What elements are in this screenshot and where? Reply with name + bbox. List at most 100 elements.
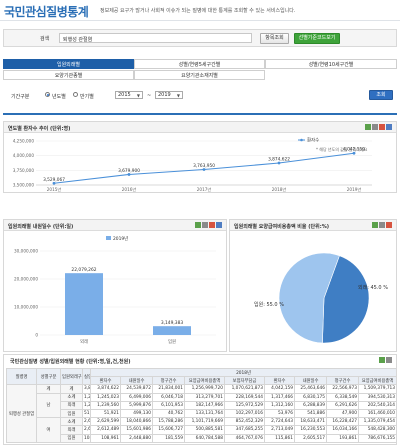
- radio-yearly[interactable]: [45, 92, 50, 97]
- chart-icon[interactable]: [379, 124, 385, 130]
- cell-value: 541,886: [294, 408, 327, 419]
- cell-value: 108,961: [90, 433, 121, 443]
- radio-halfyearly[interactable]: [73, 92, 78, 97]
- cell-value: 4,042,159: [264, 384, 295, 394]
- cell-io: 계: [60, 384, 83, 394]
- excel-icon[interactable]: [365, 124, 371, 130]
- cell-value: 51,9: [82, 408, 91, 419]
- category-tabs: 입원외래별 성별/연령5세구간별 성별/연령10세구간별 요양기관종별 요양기관…: [3, 59, 397, 81]
- data-label: 3,763,950: [193, 163, 215, 169]
- table-row: 외래2,612,612,48915,601,98615,606,727500,8…: [7, 425, 396, 435]
- to-year-select[interactable]: 2019 ▼: [155, 91, 183, 99]
- page-header: 국민관심질병통계 정보제공 요구가 많거나 사회적 이슈가 되는 질병에 대한 …: [0, 0, 400, 22]
- col-persons: 실인원수: [82, 367, 91, 386]
- page-title: 국민관심질병통계: [4, 5, 89, 19]
- cell-value: 5,999,876: [120, 400, 153, 410]
- tab-inpatient-outpatient[interactable]: 입원외래별: [3, 59, 134, 69]
- table-toolbar: [379, 357, 392, 363]
- search-button[interactable]: 조회: [369, 90, 393, 100]
- col-sub: 환자수: [90, 376, 121, 386]
- panel-header: 연도별 환자수 추이 (단위:명): [4, 122, 396, 133]
- cell-value: 2,605,517: [294, 433, 327, 443]
- col-io: 입원외래구분: [60, 367, 83, 386]
- image-icon[interactable]: [379, 222, 385, 228]
- range-tilde: ~: [147, 93, 152, 99]
- tab-sex-age10[interactable]: 성별/연령10세구간별: [265, 59, 397, 69]
- cell-value: 3,874: [82, 384, 91, 394]
- cell-value: 1,24: [82, 400, 91, 410]
- chart-icon[interactable]: [386, 222, 392, 228]
- from-year-value: 2015: [118, 92, 131, 98]
- cell-value: 6,291,626: [326, 400, 359, 410]
- code-view-button[interactable]: 선별기준코드보기: [294, 33, 340, 44]
- tab-institution-region[interactable]: 요양기관소재지별: [134, 70, 265, 80]
- chart-toolbar: [372, 222, 392, 228]
- reset-button[interactable]: 항목조회: [260, 33, 289, 44]
- cell-value: 51,921: [90, 408, 121, 419]
- cell-value: 2,713,049: [264, 425, 295, 435]
- cell-value: 1,312,160: [264, 400, 295, 410]
- cell-value: 640,784,588: [184, 433, 225, 443]
- cell-value: 228,169,544: [224, 392, 265, 402]
- tab-sex-age5[interactable]: 성별/연령5세구간별: [134, 59, 265, 69]
- cell-value: 53,976: [264, 408, 295, 419]
- search-input[interactable]: 퇴행성 관절염: [59, 33, 252, 43]
- pie-label-inpatient: 입원: 55.0 %: [254, 302, 284, 308]
- pie-label-outpatient: 외래: 45.0 %: [358, 285, 388, 291]
- cell-value: 313,279,701: [184, 392, 225, 402]
- panel-title: 입원외래별 요양급여비용총액 비율 (단위:%): [234, 224, 330, 230]
- cell-value: 40,762: [152, 408, 185, 419]
- cell-io: 입원: [60, 433, 83, 443]
- chart-toolbar: [365, 124, 392, 130]
- x-tick-label: 2015년: [47, 186, 62, 192]
- table-icon[interactable]: [386, 124, 392, 130]
- cell-value: 47,900: [326, 408, 359, 419]
- cell-value: 15,606,727: [152, 425, 185, 435]
- cell-io: 소계: [60, 392, 83, 402]
- cell-value: 6,046,718: [152, 392, 185, 402]
- period-label: 기간구분: [11, 94, 30, 100]
- data-label: 3,149,383: [161, 320, 184, 326]
- chart-icon[interactable]: [209, 222, 215, 228]
- table-row: 여소계2,622,629,59918,040,86615,788,2861,10…: [7, 417, 396, 443]
- cell-value: 15,601,986: [120, 425, 153, 435]
- chart-note: * 해당 년도의 값을 클릭하세요: [316, 146, 368, 152]
- legend-label: 2019년: [113, 235, 128, 242]
- cell-io: 소계: [60, 417, 83, 427]
- cell-value: 786,676,155: [357, 433, 396, 443]
- cell-value: 347,685,255: [224, 425, 265, 435]
- search-label: 검색: [40, 36, 50, 42]
- cell-value: 2,612,489: [90, 425, 121, 435]
- tab-institution-type[interactable]: 요양기관종별: [3, 70, 134, 80]
- to-year-value: 2019: [158, 92, 171, 98]
- cell-value: 1,24: [82, 392, 91, 402]
- table-icon[interactable]: [216, 222, 222, 228]
- cell-value: 1,245,023: [90, 392, 121, 402]
- period-options: 기간구분 년도별 반기별 2015 ▼ ~ 2019 ▼ 조회: [3, 89, 397, 103]
- chevron-down-icon: ▼: [136, 93, 140, 98]
- excel-icon[interactable]: [195, 222, 201, 228]
- pie-chart-panel: 입원외래별 요양급여비용총액 비율 (단위:%) 입원: 55.0 % 외래: …: [229, 219, 397, 352]
- cell-value: 22,566,973: [326, 384, 359, 394]
- cell-value: 115,861: [264, 433, 295, 443]
- data-label: 3,874,622: [268, 157, 290, 163]
- excel-icon[interactable]: [372, 222, 378, 228]
- cell-io: 입원: [60, 408, 83, 419]
- bar-chart: 30,000,000 20,000,000 10,000,000 0 2019년 22,0…: [14, 235, 216, 345]
- cell-value: 1,317,466: [264, 392, 295, 402]
- image-icon[interactable]: [372, 124, 378, 130]
- legend-marker: [300, 138, 303, 142]
- cell-io: 외래: [60, 425, 83, 435]
- table-row: 입원108,108,9612,448,880181,559640,784,588…: [7, 433, 396, 443]
- image-icon[interactable]: [202, 222, 208, 228]
- y-tick-label: 4,250,000: [13, 139, 35, 144]
- image-icon[interactable]: [386, 357, 392, 363]
- cell-value: 18,633,471: [294, 417, 327, 427]
- line-chart: 4,250,000 4,000,000 3,750,000 3,500,000 2015…: [13, 137, 372, 192]
- cell-value: 102,297,016: [224, 408, 265, 419]
- x-tick-label: 외래: [80, 338, 88, 345]
- from-year-select[interactable]: 2015 ▼: [115, 91, 143, 99]
- cell-value: 181,559: [152, 433, 185, 443]
- excel-icon[interactable]: [379, 357, 385, 363]
- x-tick-label: 2016년: [122, 186, 137, 192]
